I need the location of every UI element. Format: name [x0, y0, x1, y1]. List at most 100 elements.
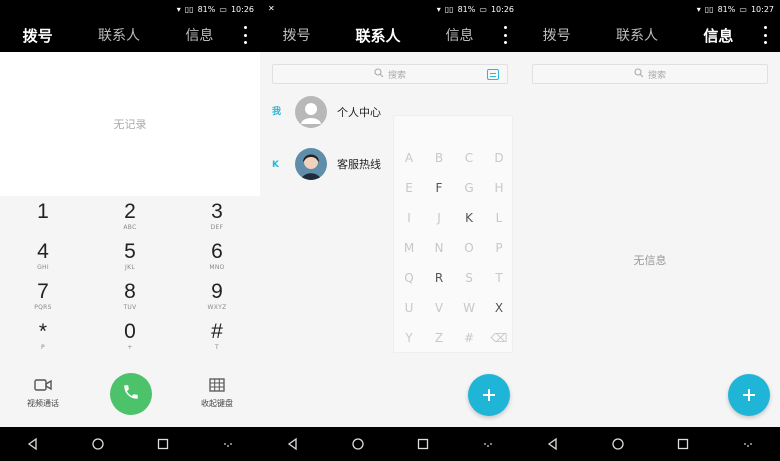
dial-key-digit: 1	[37, 200, 49, 223]
alphabet-letter[interactable]: #	[454, 323, 484, 353]
alphabet-letter[interactable]: V	[424, 293, 454, 323]
add-contact-button[interactable]	[468, 374, 510, 416]
messages-panel: ▾ ▯▯ 81% ▭ 10:27 拨号 联系人 信息 搜索 无信息	[520, 0, 780, 461]
recents-icon[interactable]	[414, 435, 432, 453]
dial-key-5[interactable]: 6 MNO	[174, 240, 260, 280]
battery-percent: 81%	[457, 4, 476, 14]
home-icon[interactable]	[89, 435, 107, 453]
dial-key-letters: PQRS	[34, 304, 52, 311]
messages-search-input[interactable]: 搜索	[532, 64, 768, 84]
dial-key-2[interactable]: 3 DEF	[174, 200, 260, 240]
alphabet-letter[interactable]: G	[454, 173, 484, 203]
dial-key-8[interactable]: 9 WXYZ	[174, 280, 260, 320]
alphabet-letter[interactable]: O	[454, 233, 484, 263]
alphabet-letter[interactable]: A	[394, 143, 424, 173]
alphabet-letter[interactable]: J	[424, 203, 454, 233]
contact-personal-center[interactable]: 个人中心	[295, 96, 381, 128]
call-button[interactable]	[110, 373, 152, 415]
business-card-scan-icon[interactable]	[487, 69, 499, 80]
alphabet-letter[interactable]: I	[394, 203, 424, 233]
alphabet-letter[interactable]: D	[484, 143, 514, 173]
dial-key-letters: GHI	[37, 264, 49, 271]
status-bar: ✕ ▾ ▯▯ 81% ▭ 10:26	[260, 0, 520, 18]
dial-key-1[interactable]: 2 ABC	[87, 200, 173, 240]
alphabet-letter[interactable]: T	[484, 263, 514, 293]
tab-dial[interactable]: 拨号	[17, 25, 59, 46]
alphabet-letter[interactable]: K	[454, 203, 484, 233]
alphabet-letter[interactable]: F	[424, 173, 454, 203]
dial-key-digit: 3	[211, 200, 223, 223]
alphabet-letter[interactable]: C	[454, 143, 484, 173]
section-letter-k: K	[272, 160, 279, 170]
notification-dots-icon[interactable]	[739, 435, 757, 453]
alphabet-letter[interactable]: X	[484, 293, 514, 323]
dial-key-4[interactable]: 5 JKL	[87, 240, 173, 280]
back-icon[interactable]	[284, 435, 302, 453]
dial-key-3[interactable]: 4 GHI	[0, 240, 86, 280]
wifi-icon: ▾	[696, 4, 701, 14]
dial-key-digit: 7	[37, 280, 49, 303]
dial-key-digit: 6	[211, 240, 223, 263]
notification-dots-icon[interactable]	[479, 435, 497, 453]
tab-dial[interactable]: 拨号	[276, 25, 316, 45]
nav-bar	[260, 427, 520, 461]
dial-key-0[interactable]: 1	[0, 200, 86, 240]
alphabet-letter[interactable]: R	[424, 263, 454, 293]
dialpad: 1 2 ABC 3 DEF 4 GHI 5 JKL 6 MNO 7 PQRS 8 TUV 9 WXYZ * P 0 + #…	[0, 200, 260, 360]
battery-icon: ▭	[739, 4, 747, 14]
home-icon[interactable]	[609, 435, 627, 453]
home-icon[interactable]	[349, 435, 367, 453]
contacts-search-input[interactable]: 搜索	[272, 64, 508, 84]
tab-messages[interactable]: 信息	[179, 25, 219, 45]
tab-contacts[interactable]: 联系人	[610, 25, 664, 45]
alphabet-letter[interactable]: L	[484, 203, 514, 233]
video-call-button[interactable]: 视频通话	[18, 378, 68, 409]
recents-icon[interactable]	[154, 435, 172, 453]
dial-key-7[interactable]: 8 TUV	[87, 280, 173, 320]
more-menu-icon[interactable]	[242, 26, 248, 44]
tab-dial[interactable]: 拨号	[537, 25, 577, 45]
avatar	[295, 148, 327, 180]
search-icon	[374, 67, 384, 81]
tab-messages[interactable]: 信息	[439, 25, 479, 45]
tab-messages[interactable]: 信息	[697, 25, 739, 46]
tab-contacts[interactable]: 联系人	[349, 25, 406, 46]
recents-icon[interactable]	[674, 435, 692, 453]
alphabet-letter[interactable]: B	[424, 143, 454, 173]
status-time: 10:26	[490, 4, 514, 14]
hide-keyboard-button[interactable]: 收起键盘	[192, 378, 242, 409]
alphabet-letter[interactable]: E	[394, 173, 424, 203]
contact-service-hotline[interactable]: 客服热线	[295, 148, 381, 180]
video-call-label: 视频通话	[27, 399, 59, 408]
dial-key-digit: #	[211, 320, 223, 343]
alphabet-letter[interactable]: Q	[394, 263, 424, 293]
dial-key-6[interactable]: 7 PQRS	[0, 280, 86, 320]
alphabet-letter[interactable]: S	[454, 263, 484, 293]
contact-name: 个人中心	[337, 106, 381, 119]
status-time: 10:26	[230, 4, 254, 14]
more-menu-icon[interactable]	[502, 26, 508, 44]
tab-bar: 拨号 联系人 信息	[0, 18, 260, 52]
back-icon[interactable]	[544, 435, 562, 453]
notification-dots-icon[interactable]	[219, 435, 237, 453]
back-icon[interactable]	[24, 435, 42, 453]
alphabet-letter[interactable]: N	[424, 233, 454, 263]
more-menu-icon[interactable]	[762, 26, 768, 44]
new-message-button[interactable]	[728, 374, 770, 416]
alphabet-letter[interactable]: H	[484, 173, 514, 203]
alphabet-letter[interactable]: M	[394, 233, 424, 263]
alphabet-letter[interactable]: W	[454, 293, 484, 323]
dial-key-11[interactable]: # T	[174, 320, 260, 360]
dial-key-digit: *	[38, 320, 48, 343]
dial-key-9[interactable]: * P	[0, 320, 86, 360]
alphabet-letter[interactable]: Z	[424, 323, 454, 353]
empty-call-log: 无记录	[0, 52, 260, 196]
dial-key-10[interactable]: 0 +	[87, 320, 173, 360]
alphabet-letter[interactable]: U	[394, 293, 424, 323]
alphabet-letter[interactable]: Y	[394, 323, 424, 353]
alphabet-letter[interactable]: P	[484, 233, 514, 263]
backspace-icon[interactable]: ⌫	[484, 323, 514, 353]
screenshot-icon: ✕	[268, 4, 275, 13]
tab-contacts[interactable]: 联系人	[92, 25, 146, 45]
battery-percent: 81%	[717, 4, 736, 14]
